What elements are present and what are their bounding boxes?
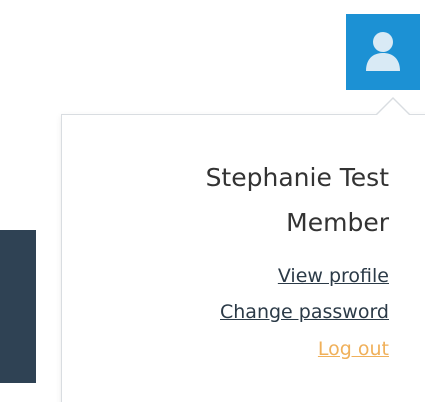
view-profile-link[interactable]: View profile xyxy=(278,265,389,287)
log-out-link[interactable]: Log out xyxy=(318,338,389,360)
dropdown-caret-fill xyxy=(376,99,410,116)
change-password-link[interactable]: Change password xyxy=(220,301,389,323)
page: Stephanie Test Member View profile Chang… xyxy=(0,0,425,402)
user-icon xyxy=(366,32,400,71)
background-panel xyxy=(0,230,36,383)
user-name: Stephanie Test xyxy=(205,163,389,192)
user-role: Member xyxy=(286,208,389,237)
user-menu-button[interactable] xyxy=(346,14,420,90)
